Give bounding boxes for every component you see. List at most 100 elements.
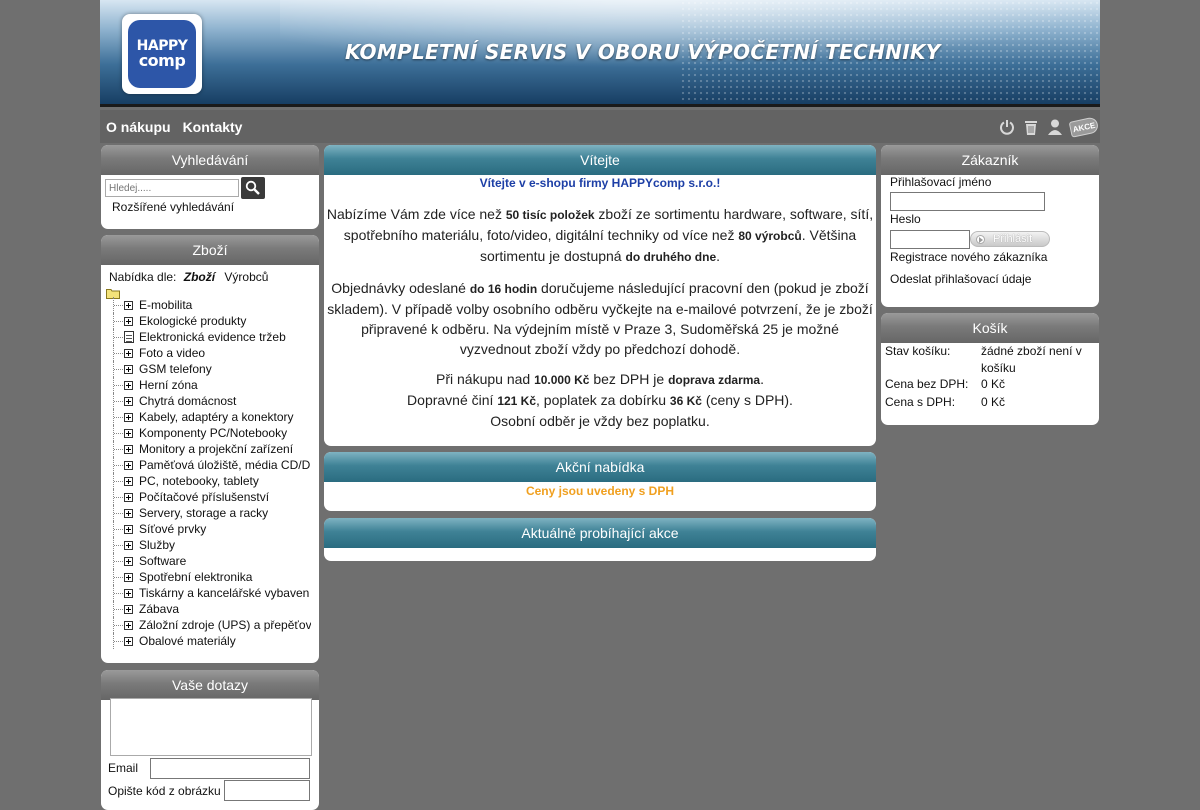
welcome-tagline: Vítejte v e-shopu firmy HAPPYcomp s.r.o.…: [479, 176, 721, 190]
catalog-item-label: Záložní zdroje (UPS) a přepěťov: [139, 618, 311, 632]
register-link[interactable]: Registrace nového zákazníka: [890, 250, 1047, 264]
expand-plus-icon[interactable]: [124, 493, 133, 502]
welcome-box: Vítejte Vítejte v e-shopu firmy HAPPYcom…: [324, 145, 876, 446]
search-button[interactable]: [241, 177, 265, 199]
expand-plus-icon[interactable]: [124, 557, 133, 566]
expand-plus-icon[interactable]: [124, 301, 133, 310]
login-name-field[interactable]: [890, 192, 1045, 211]
catalog-item-label: Elektronická evidence tržeb: [139, 330, 286, 344]
cart-price-gross-label: Cena s DPH:: [885, 395, 956, 409]
search-input[interactable]: [105, 179, 239, 197]
nav-link-about-purchase[interactable]: O nákupu: [106, 119, 171, 135]
catalog-item-label: Obalové materiály: [139, 634, 236, 648]
sort-by-goods[interactable]: Zboží: [184, 270, 215, 284]
expand-plus-icon[interactable]: [124, 413, 133, 422]
welcome-paragraph-2: Objednávky odeslané do 16 hodin doručuje…: [327, 280, 873, 357]
catalog-item-label: Servery, storage a racky: [139, 506, 269, 520]
expand-plus-icon[interactable]: [124, 429, 133, 438]
offers-price-note: Ceny jsou uvedeny s DPH: [525, 484, 675, 498]
catalog-item[interactable]: Záložní zdroje (UPS) a přepěťov: [113, 617, 311, 633]
expand-plus-icon[interactable]: [124, 461, 133, 470]
captcha-field[interactable]: [224, 780, 310, 801]
catalog-item-label: Herní zóna: [139, 378, 198, 392]
catalog-item[interactable]: Kabely, adaptéry a konektory: [113, 409, 311, 425]
sort-by-manufacturers[interactable]: Výrobců: [224, 270, 268, 284]
catalog-item[interactable]: Ekologické produkty: [113, 313, 311, 329]
catalog-item-label: Foto a video: [139, 346, 206, 360]
catalog-item[interactable]: Servery, storage a racky: [113, 505, 311, 521]
catalog-item-label: Monitory a projekční zařízení: [139, 442, 294, 456]
nav-icons: AKCE: [998, 115, 1100, 138]
arrow-icon: [976, 234, 985, 244]
promotions-box: Aktuálně probíhající akce: [324, 518, 876, 561]
offers-title: Akční nabídka: [324, 452, 876, 482]
catalog-item[interactable]: Obalové materiály: [113, 633, 311, 649]
top-nav: O nákupu Kontakty AKCE: [100, 110, 1100, 143]
login-button[interactable]: Přihlásit: [970, 231, 1050, 247]
expand-plus-icon[interactable]: [124, 589, 133, 598]
catalog-item[interactable]: GSM telefony: [113, 361, 311, 377]
catalog-item-label: PC, notebooky, tablety: [139, 474, 259, 488]
catalog-item[interactable]: PC, notebooky, tablety: [113, 473, 311, 489]
catalog-item[interactable]: Monitory a projekční zařízení: [113, 441, 311, 457]
expand-plus-icon[interactable]: [124, 445, 133, 454]
akce-tag-icon[interactable]: AKCE: [1068, 115, 1100, 138]
catalog-item-label: Komponenty PC/Notebooky: [139, 426, 288, 440]
catalog-item[interactable]: Počítačové příslušenství: [113, 489, 311, 505]
user-icon[interactable]: [1046, 118, 1064, 136]
catalog-item[interactable]: Zábava: [113, 601, 311, 617]
expand-plus-icon[interactable]: [124, 637, 133, 646]
cart-title: Košík: [881, 313, 1099, 343]
queries-title: Vaše dotazy: [101, 670, 319, 700]
expand-plus-icon[interactable]: [124, 397, 133, 406]
password-label: Heslo: [890, 212, 921, 226]
catalog-item-label: GSM telefony: [139, 362, 212, 376]
expand-plus-icon[interactable]: [124, 349, 133, 358]
expand-plus-icon[interactable]: [124, 525, 133, 534]
catalog-item[interactable]: E-mobilita: [113, 297, 311, 313]
customer-title: Zákazník: [881, 145, 1099, 175]
power-icon[interactable]: [998, 118, 1016, 136]
sort-by-label: Nabídka dle:: [109, 270, 177, 284]
cart-status-value: žádné zboží není v košíku: [981, 344, 1082, 375]
catalog-item-label: Chytrá domácnost: [139, 394, 237, 408]
catalog-item[interactable]: Komponenty PC/Notebooky: [113, 425, 311, 441]
email-field[interactable]: [150, 758, 310, 779]
query-textarea[interactable]: [110, 698, 312, 756]
sort-by: Nabídka dle: Zboží Výrobců: [109, 270, 268, 284]
catalog-item[interactable]: Foto a video: [113, 345, 311, 361]
expand-plus-icon[interactable]: [124, 477, 133, 486]
catalog-item[interactable]: Síťové prvky: [113, 521, 311, 537]
expand-plus-icon[interactable]: [124, 541, 133, 550]
catalog-item[interactable]: Spotřební elektronika: [113, 569, 311, 585]
happycomp-logo[interactable]: HAPPY comp: [122, 14, 202, 94]
search-box-title: Vyhledávání: [101, 145, 319, 175]
email-label: Email: [108, 761, 139, 775]
catalog-tree: E-mobilita Ekologické produkty Elektronick…: [113, 297, 311, 649]
catalog-title: Zboží: [101, 235, 319, 265]
nav-link-contacts[interactable]: Kontakty: [183, 119, 243, 135]
catalog-item-label: Služby: [139, 538, 176, 552]
cart-price-gross-value: 0 Kč: [981, 395, 1006, 409]
expand-plus-icon[interactable]: [124, 381, 133, 390]
expand-plus-icon[interactable]: [124, 573, 133, 582]
catalog-item[interactable]: Elektronická evidence tržeb: [113, 329, 311, 345]
queries-box: Vaše dotazy Email Opište kód z obrázku: [101, 670, 319, 810]
catalog-item[interactable]: Software: [113, 553, 311, 569]
trash-icon[interactable]: [1022, 118, 1040, 136]
site-header: HAPPY comp KOMPLETNÍ SERVIS V OBORU VÝPO…: [100, 0, 1100, 107]
expand-plus-icon[interactable]: [124, 621, 133, 630]
advanced-search-link[interactable]: Rozšířené vyhledávání: [112, 200, 234, 214]
expand-plus-icon[interactable]: [124, 605, 133, 614]
send-credentials-link[interactable]: Odeslat přihlašovací údaje: [890, 272, 1031, 286]
password-field[interactable]: [890, 230, 970, 249]
catalog-item[interactable]: Tiskárny a kancelářské vybaven: [113, 585, 311, 601]
catalog-item[interactable]: Paměťová úložiště, média CD/D: [113, 457, 311, 473]
expand-plus-icon[interactable]: [124, 365, 133, 374]
catalog-item[interactable]: Služby: [113, 537, 311, 553]
catalog-item[interactable]: Herní zóna: [113, 377, 311, 393]
catalog-item[interactable]: Chytrá domácnost: [113, 393, 311, 409]
expand-plus-icon[interactable]: [124, 509, 133, 518]
welcome-title: Vítejte: [324, 145, 876, 175]
expand-plus-icon[interactable]: [124, 317, 133, 326]
